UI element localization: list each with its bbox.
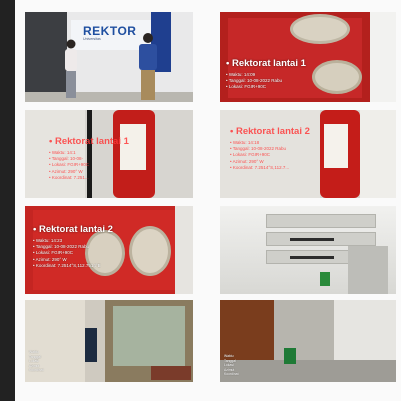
wall-device [85, 328, 97, 362]
caption-block: • Waktu: 14:18 • Tanggal: 10-08-2022 Rab… [230, 140, 289, 171]
caption-title: • Rektorat lantai 2 [33, 224, 113, 235]
caption-block: Waktu Tanggal Lokasi Azimut Koordinat [224, 354, 239, 377]
person-right [137, 32, 159, 102]
photo-hallway-window: Waktu Tanggal Lokasi Azimut Koordinat [25, 300, 193, 382]
rektor-brand-text: REKTOR [83, 24, 137, 38]
caption-line: Koordinat [29, 368, 44, 373]
caption-block: • Waktu: 14:09 • Tanggal: 10-08-2022 Rab… [226, 72, 282, 91]
wall [175, 206, 193, 294]
caption-block: • Waktu: 14:23 • Tanggal: 10-08-2022 Rab… [33, 238, 101, 269]
photo-ceiling-corridor [220, 206, 396, 294]
ceiling-vent [290, 238, 334, 241]
exit-sign [284, 348, 296, 364]
caption-line: • Koordinat: 7.2514°S,112.7514°E [33, 262, 101, 268]
caption-line: • Koordinat: 7.2514°S,112.7... [230, 164, 290, 170]
floor [220, 360, 396, 382]
wall [370, 12, 396, 102]
extinguisher-label [324, 124, 348, 168]
caption-line: • Azimut: 290° W [49, 168, 83, 174]
left-margin [0, 0, 15, 401]
ceiling-panel [266, 214, 376, 228]
caption-line: • Koordinat: 7.251... [49, 174, 89, 180]
door [348, 246, 388, 294]
caption-block: Waktu Tanggal Lokasi Azimut Koordinat [29, 350, 44, 373]
photo-extinguisher-lantai-1: • Rektorat lantai 1 • Waktu: 14:1 • Tang… [25, 110, 193, 198]
bench [151, 366, 191, 380]
caption-title: • Rektorat lantai 1 [226, 58, 306, 69]
photo-hydrant-cabinet-lantai-1: • Rektorat lantai 1 • Waktu: 14:09 • Tan… [220, 12, 396, 102]
photo-extinguisher-lantai-2: • Rektorat lantai 2 • Waktu: 14:18 • Tan… [220, 110, 396, 198]
glass-wall [25, 12, 67, 102]
caption-title: • Rektorat lantai 1 [49, 136, 129, 147]
extinguisher-label [120, 124, 146, 170]
caption-line: • Lokasi: FGIR+90C [226, 84, 266, 90]
exit-sign [320, 272, 330, 286]
photo-rektor-lobby: REKTOR Universitas [25, 12, 193, 102]
ceiling-vent [290, 256, 334, 259]
fire-hose-roll [312, 60, 362, 94]
photo-collage-page: REKTOR Universitas • Rektorat lantai 1 •… [15, 0, 401, 401]
person-left [63, 38, 79, 100]
caption-line: • Lokasi: FGIR+90C [49, 162, 89, 168]
rektor-brand-subtext: Universitas [83, 37, 101, 41]
photo-hydrant-cabinet-lantai-2: • Rektorat lantai 2 • Waktu: 14:23 • Tan… [25, 206, 193, 294]
fire-hose-roll [290, 14, 350, 44]
floor [25, 92, 193, 102]
wall [360, 110, 396, 198]
window-glass [113, 306, 185, 366]
caption-line: Koordinat [224, 372, 239, 377]
photo-corridor-floor: Waktu Tanggal Lokasi Azimut Koordinat [220, 300, 396, 382]
fire-hose-roll [129, 226, 171, 276]
caption-title: • Rektorat lantai 2 [230, 126, 310, 137]
caption-block: • Waktu: 14:1 • Tanggal: 10-08- • Lokasi… [49, 150, 89, 181]
